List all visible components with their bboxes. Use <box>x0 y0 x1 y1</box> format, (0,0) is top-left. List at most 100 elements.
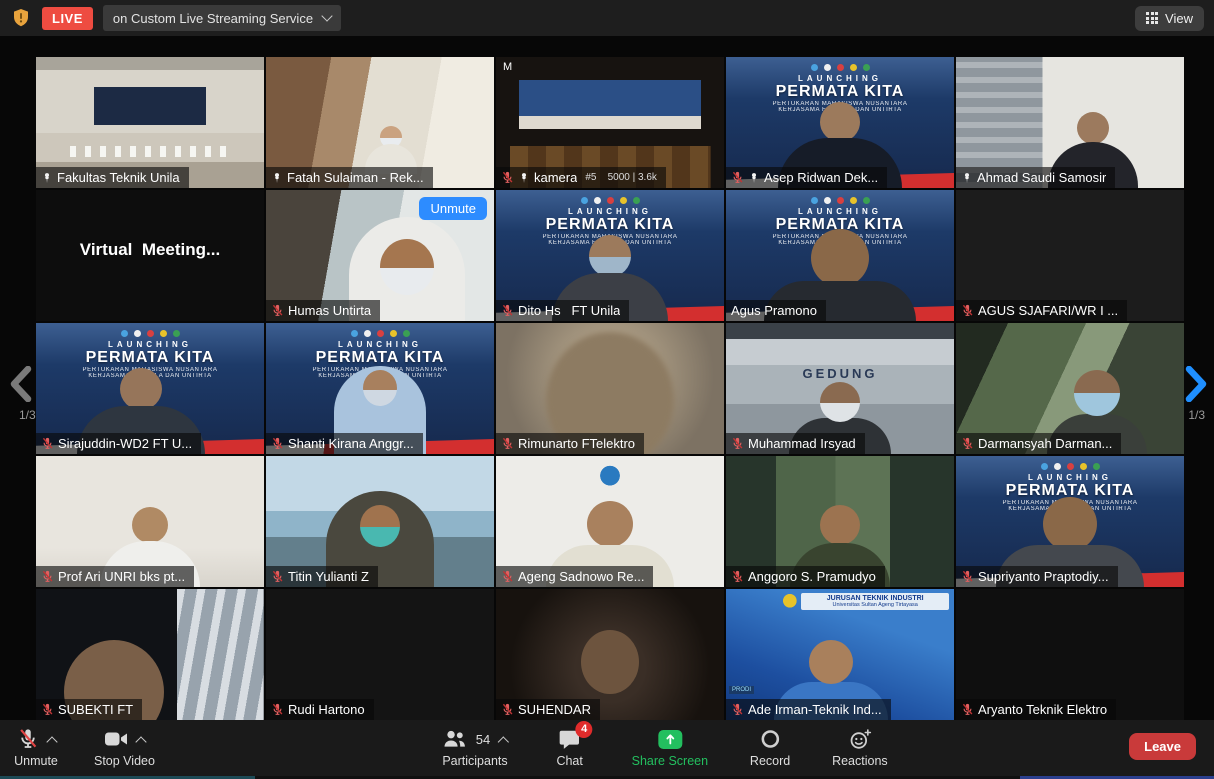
participant-name: Muhammad Irsyad <box>748 436 856 451</box>
participant-tile[interactable]: Rudi Hartono <box>266 589 494 720</box>
bg-launching-text: LAUNCHING <box>36 340 264 349</box>
participants-options-chevron[interactable] <box>498 736 509 747</box>
scene-tag-text: PRODI <box>729 686 754 694</box>
participant-tile[interactable]: M kamera#5 5000 | 3.6k <box>496 57 724 188</box>
next-page-button[interactable] <box>1185 366 1209 407</box>
university-logos <box>956 456 1184 470</box>
muted-mic-icon <box>501 703 514 716</box>
view-button[interactable]: View <box>1135 6 1204 31</box>
participant-tile[interactable]: SUBEKTI FT <box>36 589 264 720</box>
participant-tile[interactable]: Darmansyah Darman... <box>956 323 1184 454</box>
bg-launching-text: LAUNCHING <box>266 340 494 349</box>
participant-name-label: SUBEKTI FT <box>36 699 142 720</box>
participant-name-label: Supriyanto Praptodiy... <box>956 566 1118 587</box>
participant-name: Titin Yulianti Z <box>288 569 369 584</box>
reactions-button[interactable]: Reactions <box>832 727 888 768</box>
participant-tile[interactable]: Ageng Sadnowo Re... <box>496 456 724 587</box>
university-logos <box>36 323 264 337</box>
meeting-toolbar: Unmute Stop Video <box>0 720 1214 779</box>
participant-name-label: Rudi Hartono <box>266 699 374 720</box>
leave-button[interactable]: Leave <box>1129 733 1196 760</box>
participant-tile[interactable]: LAUNCHINGPERMATA KITAPERTUKARAN MAHASISW… <box>36 323 264 454</box>
chat-button[interactable]: 4 Chat <box>548 727 592 768</box>
stream-service-dropdown[interactable]: on Custom Live Streaming Service <box>103 5 341 31</box>
record-button[interactable]: Record <box>748 727 792 768</box>
participants-button[interactable]: 54 Participants <box>442 727 507 768</box>
participant-name: Shanti Kirana Anggr... <box>288 436 414 451</box>
participant-tile[interactable]: Anggoro S. Pramudyo <box>726 456 954 587</box>
participant-name: Ageng Sadnowo Re... <box>518 569 644 584</box>
participant-tile[interactable]: Rimunarto FTelektro <box>496 323 724 454</box>
muted-mic-icon <box>271 437 284 450</box>
live-badge: LIVE <box>42 7 93 30</box>
stop-video-button[interactable]: Stop Video <box>94 727 155 768</box>
video-grid: Fakultas Teknik Unila Fatah Sulaiman - R… <box>36 57 1184 720</box>
bg-title-text: PERMATA KITA <box>266 349 494 367</box>
participant-name-label: Ageng Sadnowo Re... <box>496 566 653 587</box>
video-options-chevron[interactable] <box>135 736 146 747</box>
pin-icon <box>271 172 283 184</box>
stream-service-label: on Custom Live Streaming Service <box>113 11 313 26</box>
participant-tile[interactable]: Prof Ari UNRI bks pt... <box>36 456 264 587</box>
participant-tile[interactable]: SUHENDAR <box>496 589 724 720</box>
scene-banner-title: JURUSAN TEKNIK INDUSTRI <box>802 595 948 602</box>
participants-icon <box>443 728 467 750</box>
participant-tile[interactable]: Unmute Humas Untirta <box>266 190 494 321</box>
participant-name: Darmansyah Darman... <box>978 436 1112 451</box>
muted-mic-icon <box>17 728 39 750</box>
participant-tile[interactable]: Virtual Meeting... <box>36 190 264 321</box>
muted-mic-icon <box>271 304 284 317</box>
participant-name-label: Ade Irman-Teknik Ind... <box>726 699 891 720</box>
pin-icon <box>41 172 53 184</box>
share-screen-button[interactable]: Share Screen <box>632 727 708 768</box>
participants-count: 54 <box>476 732 490 747</box>
stop-video-label: Stop Video <box>94 754 155 768</box>
participant-name-centered: Virtual Meeting... <box>36 190 264 309</box>
participant-name-label: Sirajuddin-WD2 FT U... <box>36 433 201 454</box>
participant-tile[interactable]: Fakultas Teknik Unila <box>36 57 264 188</box>
participant-tile[interactable]: LAUNCHINGPERMATA KITAPERTUKARAN MAHASISW… <box>956 456 1184 587</box>
muted-mic-icon <box>501 437 514 450</box>
prev-page-button[interactable] <box>8 366 32 407</box>
participant-tile[interactable]: LAUNCHINGPERMATA KITAPERTUKARAN MAHASISW… <box>726 57 954 188</box>
participant-tile[interactable]: LAUNCHINGPERMATA KITAPERTUKARAN MAHASISW… <box>266 323 494 454</box>
unmute-button[interactable]: Unmute <box>14 727 58 768</box>
participants-label: Participants <box>442 754 507 768</box>
participant-name: AGUS SJAFARI/WR I ... <box>978 303 1118 318</box>
record-icon <box>759 728 781 750</box>
bg-subtitle-text: KERJASAMA FT UNILA DAN UNTIRTA <box>266 373 494 379</box>
participant-tile[interactable]: LAUNCHINGPERMATA KITAPERTUKARAN MAHASISW… <box>496 190 724 321</box>
participant-name-label: Prof Ari UNRI bks pt... <box>36 566 194 587</box>
participant-tile[interactable]: Titin Yulianti Z <box>266 456 494 587</box>
bg-title-text: PERMATA KITA <box>956 482 1184 500</box>
page-indicator-right: 1/3 <box>1188 408 1205 422</box>
unmute-options-chevron[interactable] <box>46 736 57 747</box>
chat-label: Chat <box>556 754 582 768</box>
page-indicator-left: 1/3 <box>19 408 36 422</box>
participant-name-label: Titin Yulianti Z <box>266 566 378 587</box>
muted-mic-icon <box>961 304 974 317</box>
muted-mic-icon <box>961 703 974 716</box>
scene-signage-text: GEDUNG <box>726 366 954 381</box>
participant-name: Rimunarto FTelektro <box>518 436 635 451</box>
participant-name-label: Rimunarto FTelektro <box>496 433 644 454</box>
participant-tile[interactable]: JURUSAN TEKNIK INDUSTRIUniversitas Sulta… <box>726 589 954 720</box>
participant-tile[interactable]: GEDUNG Muhammad Irsyad <box>726 323 954 454</box>
muted-mic-icon <box>961 570 974 583</box>
participant-tile[interactable]: LAUNCHINGPERMATA KITAPERTUKARAN MAHASISW… <box>726 190 954 321</box>
participant-name: Sirajuddin-WD2 FT U... <box>58 436 192 451</box>
participant-tile[interactable]: Aryanto Teknik Elektro <box>956 589 1184 720</box>
participant-name: Humas Untirta <box>288 303 371 318</box>
top-bar: LIVE on Custom Live Streaming Service Vi… <box>0 0 1214 36</box>
security-shield-icon[interactable] <box>10 7 32 29</box>
muted-mic-icon <box>41 703 54 716</box>
toolbar-center-group: 54 Participants 4 Chat <box>442 727 887 768</box>
participant-tile[interactable]: Ahmad Saudi Samosir <box>956 57 1184 188</box>
bg-title-text: PERMATA KITA <box>496 216 724 234</box>
participant-tile[interactable]: Fatah Sulaiman - Rek... <box>266 57 494 188</box>
participant-name: Fakultas Teknik Unila <box>57 170 180 185</box>
participant-tile[interactable]: AGUS SJAFARI/WR I ... <box>956 190 1184 321</box>
participant-name-label: SUHENDAR <box>496 699 600 720</box>
bg-launching-text: LAUNCHING <box>726 207 954 216</box>
participant-unmute-button[interactable]: Unmute <box>419 197 487 220</box>
